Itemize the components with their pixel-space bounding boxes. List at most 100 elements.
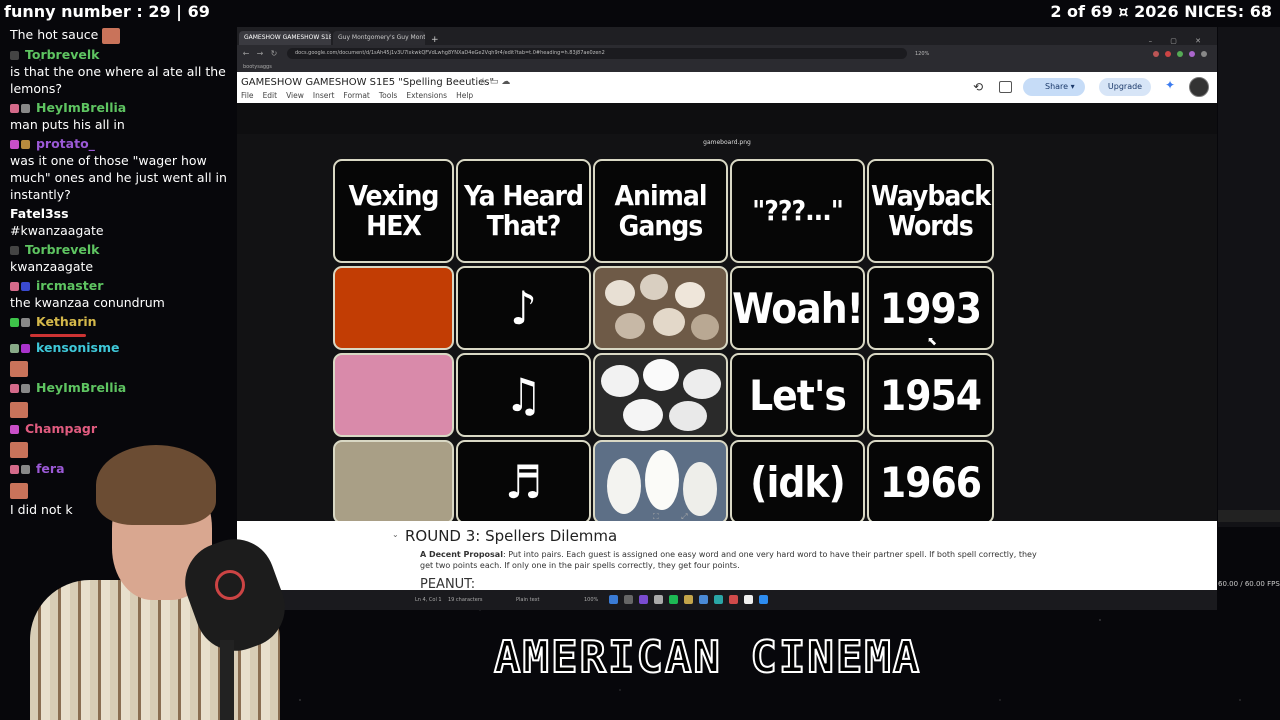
extension-icon[interactable] — [1153, 50, 1159, 57]
docs-header: GAMESHOW GAMESHOW S1E5 "Spelling Beeutie… — [237, 72, 1217, 103]
app-icon[interactable] — [744, 595, 753, 604]
category-animal-gangs[interactable]: Animal Gangs — [593, 159, 728, 263]
menu-insert[interactable]: Insert — [313, 91, 335, 100]
chat-username[interactable]: Fatel3ss — [10, 206, 69, 221]
zoom-indicator[interactable]: 120% — [915, 51, 929, 57]
chat-text: is that the one where al ate all the lem… — [10, 63, 226, 96]
funny-number-counter: funny number : 29 | 69 — [4, 2, 210, 21]
beamed-notes-icon[interactable]: ♫ — [456, 353, 591, 437]
forward-icon[interactable]: → — [255, 49, 265, 58]
heart-badge-icon — [10, 281, 19, 291]
app-icon[interactable] — [609, 595, 618, 604]
menu-help[interactable]: Help — [456, 91, 473, 100]
menu-view[interactable]: View — [286, 91, 304, 100]
hex-color-swatch-pink[interactable] — [333, 353, 454, 437]
gemini-sparkle-icon[interactable]: ✦ — [1165, 78, 1175, 92]
chat-username[interactable]: Torbrevelk — [25, 47, 99, 62]
tab-strip: GAMESHOW GAMESHOW S1E5 Guy Montgomery's … — [237, 27, 1217, 45]
hex-color-swatch-khaki[interactable] — [333, 440, 454, 524]
next-heading[interactable]: PEANUT: — [420, 577, 475, 590]
category-wayback-words[interactable]: Wayback Words — [867, 159, 994, 263]
chat-message: kensonisme — [0, 339, 236, 358]
proposal-text: : Put into pairs. Each guest is assigned… — [420, 550, 1037, 570]
app-icon[interactable] — [624, 595, 633, 604]
chat-message: ircmaster the kwanzaa conundrum — [0, 277, 236, 313]
document-title[interactable]: GAMESHOW GAMESHOW S1E5 "Spelling Beeutie… — [241, 77, 494, 88]
phrase-idk[interactable]: (idk) — [730, 440, 865, 524]
phrase-lets[interactable]: Let's — [730, 353, 865, 437]
year-1966[interactable]: 1966 — [867, 440, 994, 524]
badge-icon — [10, 50, 19, 60]
document-body: ⌄ ROUND 3: Spellers Dilemma A Decent Pro… — [237, 521, 1217, 590]
chat-username[interactable]: protato_ — [36, 136, 95, 151]
app-icon[interactable] — [639, 595, 648, 604]
phrase-woah[interactable]: Woah! — [730, 266, 865, 350]
pandas-image[interactable] — [593, 353, 728, 437]
chat-username[interactable]: HeyImBrellia — [36, 380, 126, 395]
folder-icon[interactable] — [684, 595, 693, 604]
music-note-icon[interactable]: ♪ — [456, 266, 591, 350]
chat-message: HeyImBrellia man puts his all in — [0, 99, 236, 135]
menu-icon[interactable] — [1201, 50, 1207, 57]
app-icon[interactable] — [654, 595, 663, 604]
account-avatar[interactable] — [1189, 77, 1209, 97]
fps-readout: 60.00 / 60.00 FPS — [1218, 580, 1280, 588]
heart-badge-icon — [10, 384, 19, 393]
url-field[interactable]: docs.google.com/document/d/1sAh45j1v3U7l… — [287, 48, 907, 59]
menu-format[interactable]: Format — [343, 91, 369, 100]
chat-username[interactable]: Torbrevelk — [25, 242, 99, 257]
chat-username[interactable]: ircmaster — [36, 278, 103, 293]
app-icon[interactable] — [729, 595, 738, 604]
tab-guy-montgomery[interactable]: Guy Montgomery's Guy Mont-S — [333, 31, 425, 45]
version-history-icon[interactable]: ⟲ — [973, 80, 983, 94]
comment-icon[interactable] — [999, 81, 1012, 93]
extension-icon[interactable] — [1177, 50, 1183, 57]
spotify-icon[interactable] — [669, 595, 678, 604]
menu-file[interactable]: File — [241, 91, 254, 100]
menu-tools[interactable]: Tools — [379, 91, 397, 100]
menu-edit[interactable]: Edit — [263, 91, 278, 100]
window-controls[interactable]: – ▢ ✕ — [1149, 37, 1209, 45]
heart-badge-icon — [10, 103, 19, 113]
app-icon[interactable] — [759, 595, 768, 604]
new-tab-button[interactable]: + — [431, 35, 439, 45]
mic-boom-arm — [220, 640, 234, 720]
gameboard: Vexing HEX Ya Heard That? Animal Gangs "… — [333, 159, 994, 524]
ferrets-image[interactable] — [593, 266, 728, 350]
share-button[interactable]: Share ▾ — [1023, 78, 1085, 96]
category-vexing-hex[interactable]: Vexing HEX — [333, 159, 454, 263]
tab-gameshow-doc[interactable]: GAMESHOW GAMESHOW S1E5 — [239, 31, 331, 45]
proposal-label: A Decent Proposal — [420, 550, 503, 559]
round-heading[interactable]: ROUND 3: Spellers Dilemma — [405, 527, 617, 545]
sixteenth-notes-icon[interactable]: ♬ — [456, 440, 591, 524]
app-icon[interactable] — [714, 595, 723, 604]
chat-username[interactable]: HeyImBrellia — [36, 100, 126, 115]
image-viewer: gameboard.png Vexing HEX Ya Heard That? … — [237, 134, 1217, 524]
cursor-position: Ln 4, Col 1 19 characters — [415, 597, 483, 603]
hex-color-swatch-orange[interactable] — [333, 266, 454, 350]
channel-brand-text: AMERICAN CINEMA — [493, 631, 922, 684]
chat-message: protato_ was it one of those "wager how … — [0, 135, 236, 205]
category-mystery[interactable]: "???..." — [730, 159, 865, 263]
bookmarks-bar[interactable]: bootysaggs — [237, 62, 1217, 72]
category-ya-heard-that[interactable]: Ya Heard That? — [456, 159, 591, 263]
menu-extensions[interactable]: Extensions — [406, 91, 447, 100]
collapse-chevron-icon[interactable]: ⌄ — [392, 530, 399, 539]
star-icon[interactable]: ☆ ▭ ☁ — [479, 77, 510, 87]
chat-username[interactable]: kensonisme — [36, 340, 120, 355]
back-icon[interactable]: ← — [241, 49, 251, 58]
reload-icon[interactable]: ↻ — [269, 49, 279, 58]
upgrade-button[interactable]: Upgrade — [1099, 78, 1151, 96]
chat-text: The hot sauce — [10, 27, 99, 42]
chat-message — [0, 398, 236, 420]
chat-username[interactable]: Ketharin — [36, 314, 97, 329]
app-icon[interactable] — [699, 595, 708, 604]
browser-window: GAMESHOW GAMESHOW S1E5 Guy Montgomery's … — [237, 27, 1217, 590]
sub-badge-icon — [10, 139, 19, 149]
year-1954[interactable]: 1954 — [867, 353, 994, 437]
chat-message: Fatel3ss #kwanzaagate — [0, 205, 236, 241]
extension-icon[interactable] — [1165, 50, 1171, 57]
chat-text: man puts his all in — [10, 116, 125, 132]
extension-icon[interactable] — [1189, 50, 1195, 57]
proposal-paragraph[interactable]: A Decent Proposal: Put into pairs. Each … — [420, 549, 1040, 571]
